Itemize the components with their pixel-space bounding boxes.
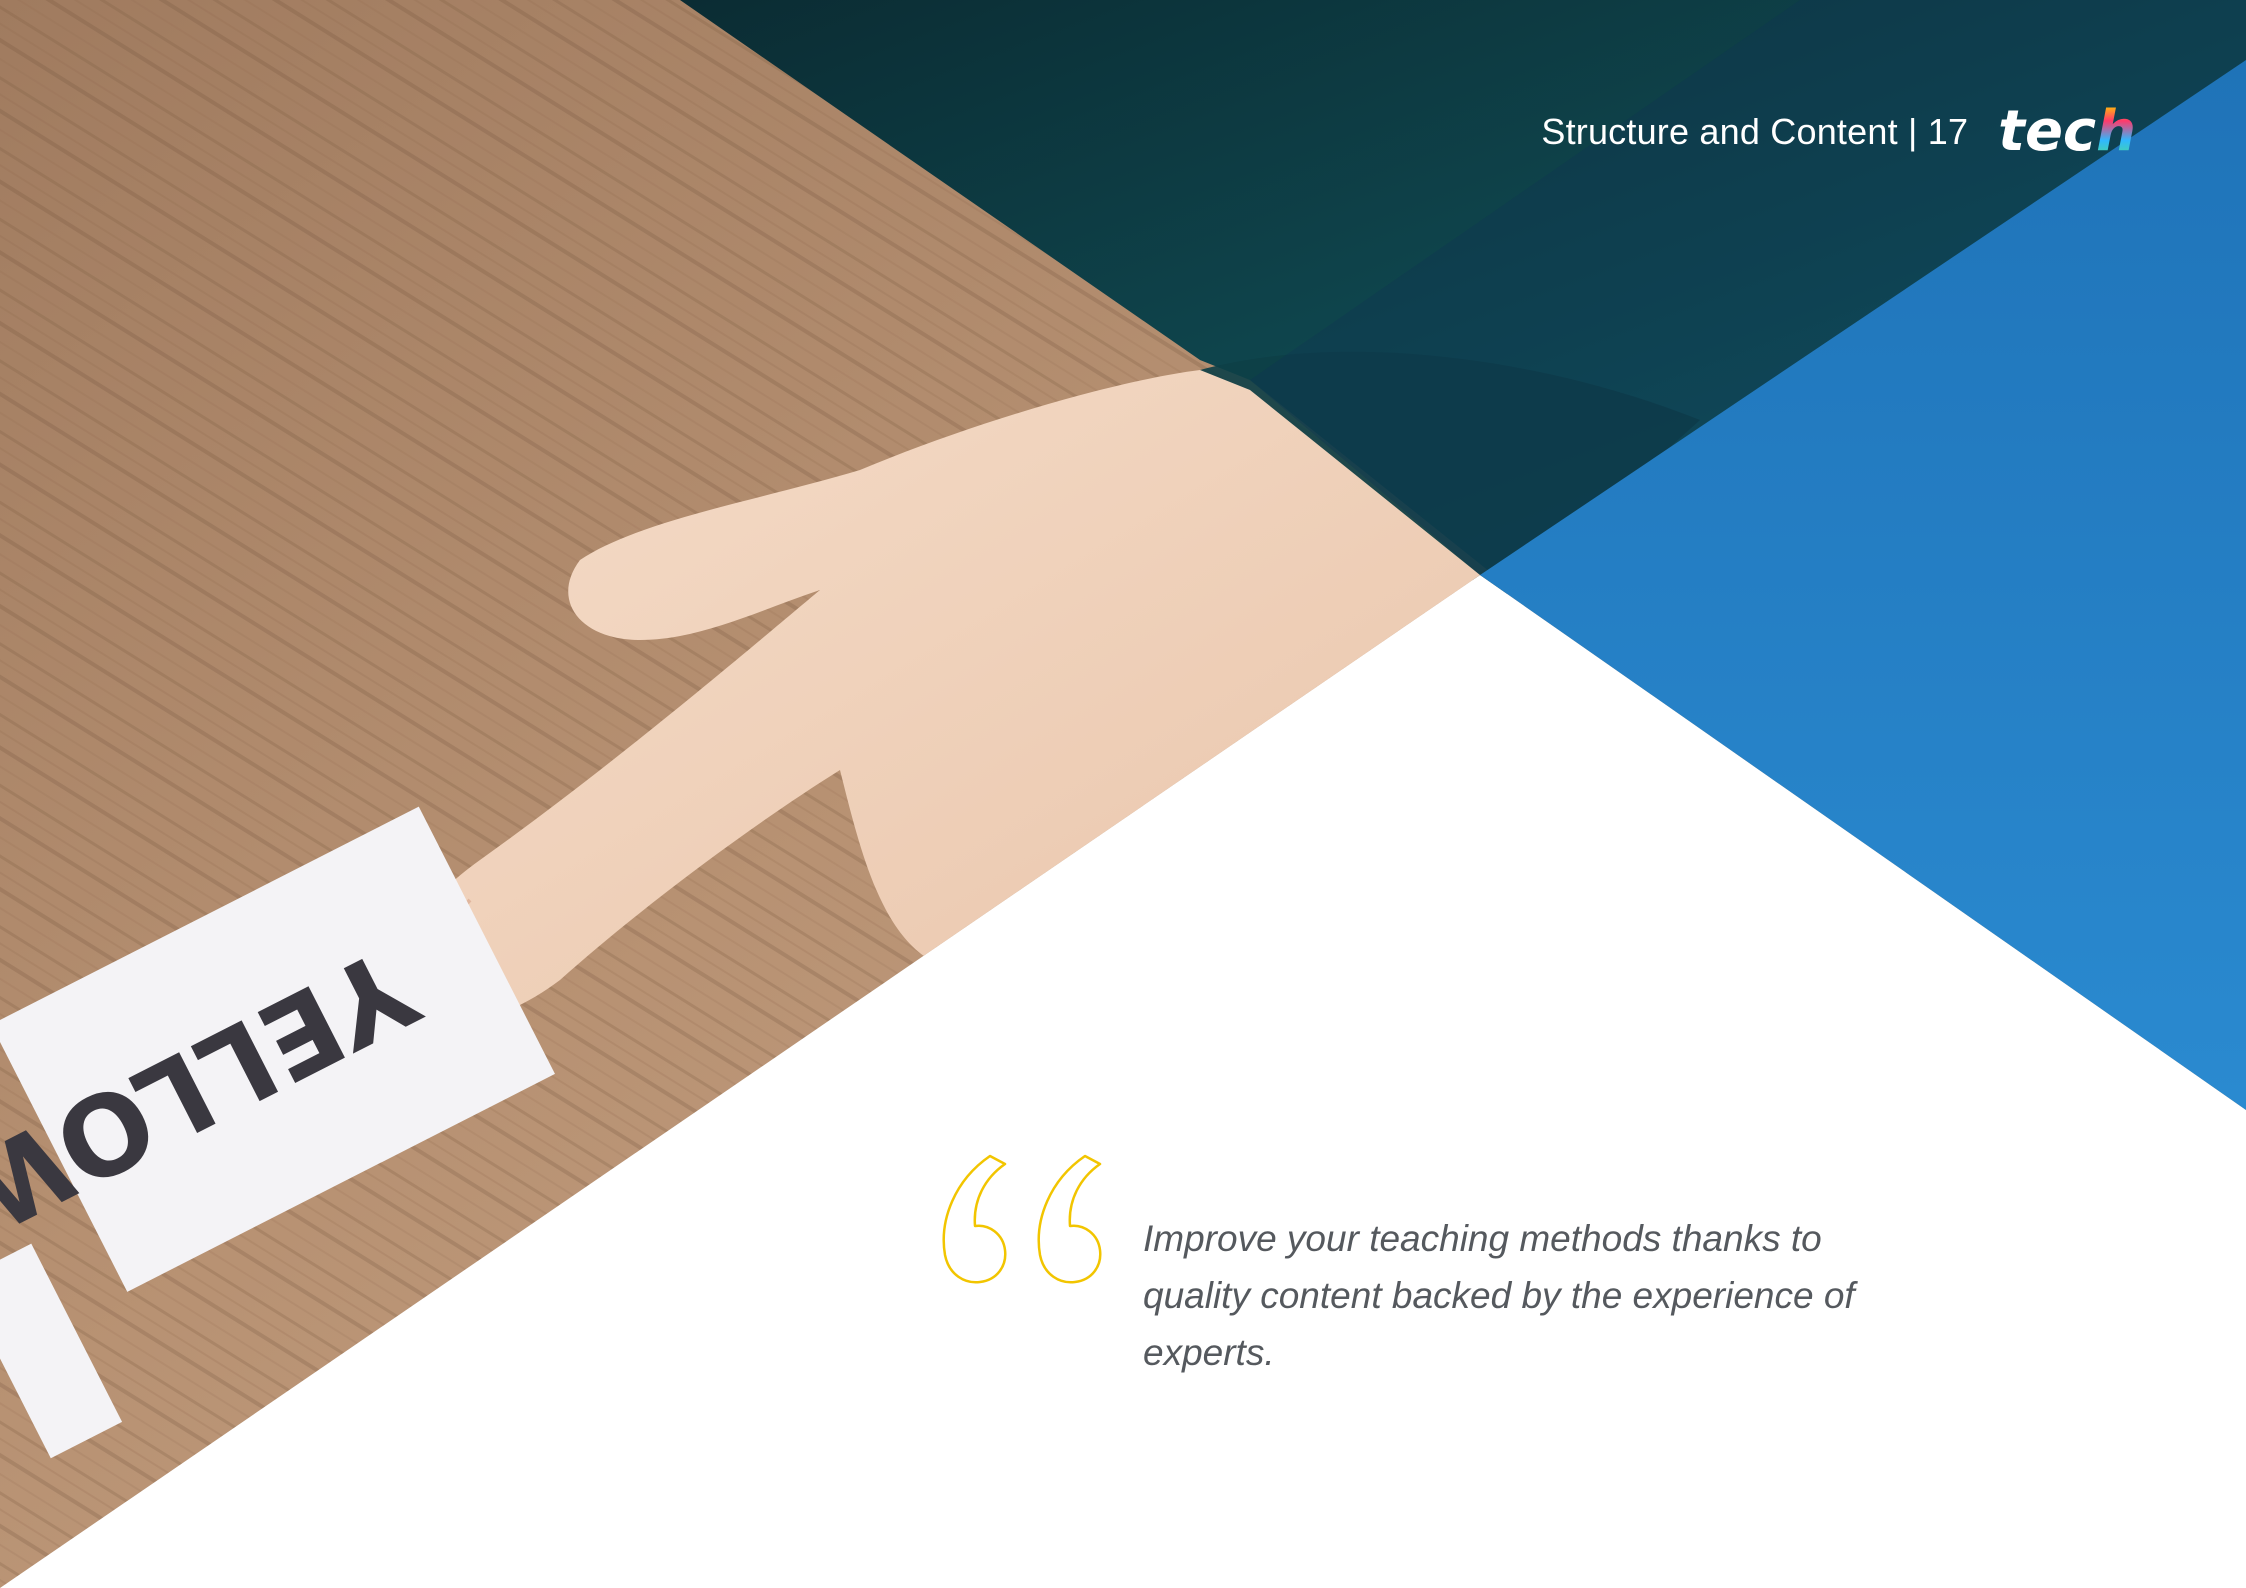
page-header: Structure and Content | 17 tec h [1541, 104, 2136, 160]
quote-text: Improve your teaching methods thanks to … [1143, 1218, 1855, 1373]
tech-logo: tec h [1998, 104, 2136, 160]
section-title: Structure and Content | 17 [1541, 111, 1969, 152]
open-quote-icon [942, 1154, 1102, 1284]
hero-photo: YELLOW [0, 0, 2246, 1588]
brochure-page: YELLOW Structure and Content | 17 tec h I… [0, 0, 2246, 1588]
logo-text-accent: h [2096, 99, 2136, 164]
logo-text-main: tec [1998, 99, 2097, 164]
